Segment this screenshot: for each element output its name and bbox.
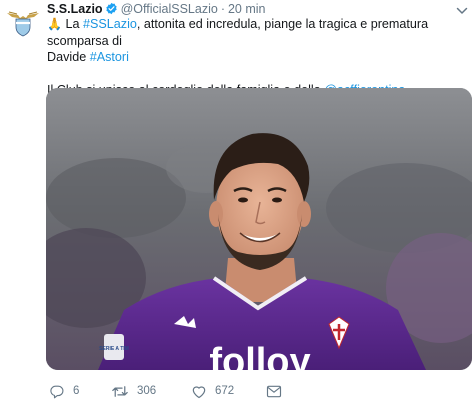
tweet-actions: 6 306 672 [49, 382, 282, 400]
tweet: S.S.Lazio @OfficialSSLazio · 20 min 🙏 La #S… [0, 0, 475, 400]
tweet-photo[interactable]: SERIE A TIM folloy [46, 88, 472, 370]
jersey-sponsor-text: folloy [209, 341, 310, 370]
separator-dot: · [220, 2, 225, 16]
tweet-timestamp[interactable]: 20 min [228, 2, 266, 16]
tweet-header: S.S.Lazio @OfficialSSLazio · 20 min [47, 1, 453, 17]
reply-icon [50, 385, 64, 398]
tweet-text-line-1: 🙏 La #SSLazio, attonita ed incredula, pi… [47, 16, 472, 49]
author-name[interactable]: S.S.Lazio [47, 2, 103, 16]
hashtag-sslazio[interactable]: #SSLazio [83, 17, 137, 31]
envelope-icon [266, 385, 282, 397]
reply-count: 6 [73, 385, 80, 397]
retweet-icon [112, 385, 128, 397]
reply-button[interactable]: 6 [49, 384, 111, 399]
retweet-count: 306 [137, 385, 157, 397]
tweet-text-line-2: Davide #Astori [47, 49, 472, 66]
heart-icon [192, 385, 206, 398]
like-button[interactable]: 672 [191, 384, 266, 399]
player-photo-image: SERIE A TIM folloy [46, 88, 472, 370]
direct-message-button[interactable] [266, 385, 282, 398]
retweet-button[interactable]: 306 [111, 384, 191, 399]
text-segment: La [61, 17, 83, 31]
like-count: 672 [215, 385, 235, 397]
author-handle[interactable]: @OfficialSSLazio [121, 2, 218, 16]
serie-a-badge: SERIE A TIM [99, 346, 129, 352]
verified-badge-icon [105, 2, 118, 17]
chevron-down-icon[interactable] [456, 3, 468, 14]
tweet-text: 🙏 La #SSLazio, attonita ed incredula, pi… [47, 16, 472, 99]
praying-hands-emoji: 🙏 [47, 17, 62, 31]
text-segment: Davide [47, 50, 90, 64]
avatar[interactable] [6, 4, 40, 38]
lazio-eagle-logo [7, 11, 39, 37]
hashtag-astori[interactable]: #Astori [90, 50, 129, 64]
